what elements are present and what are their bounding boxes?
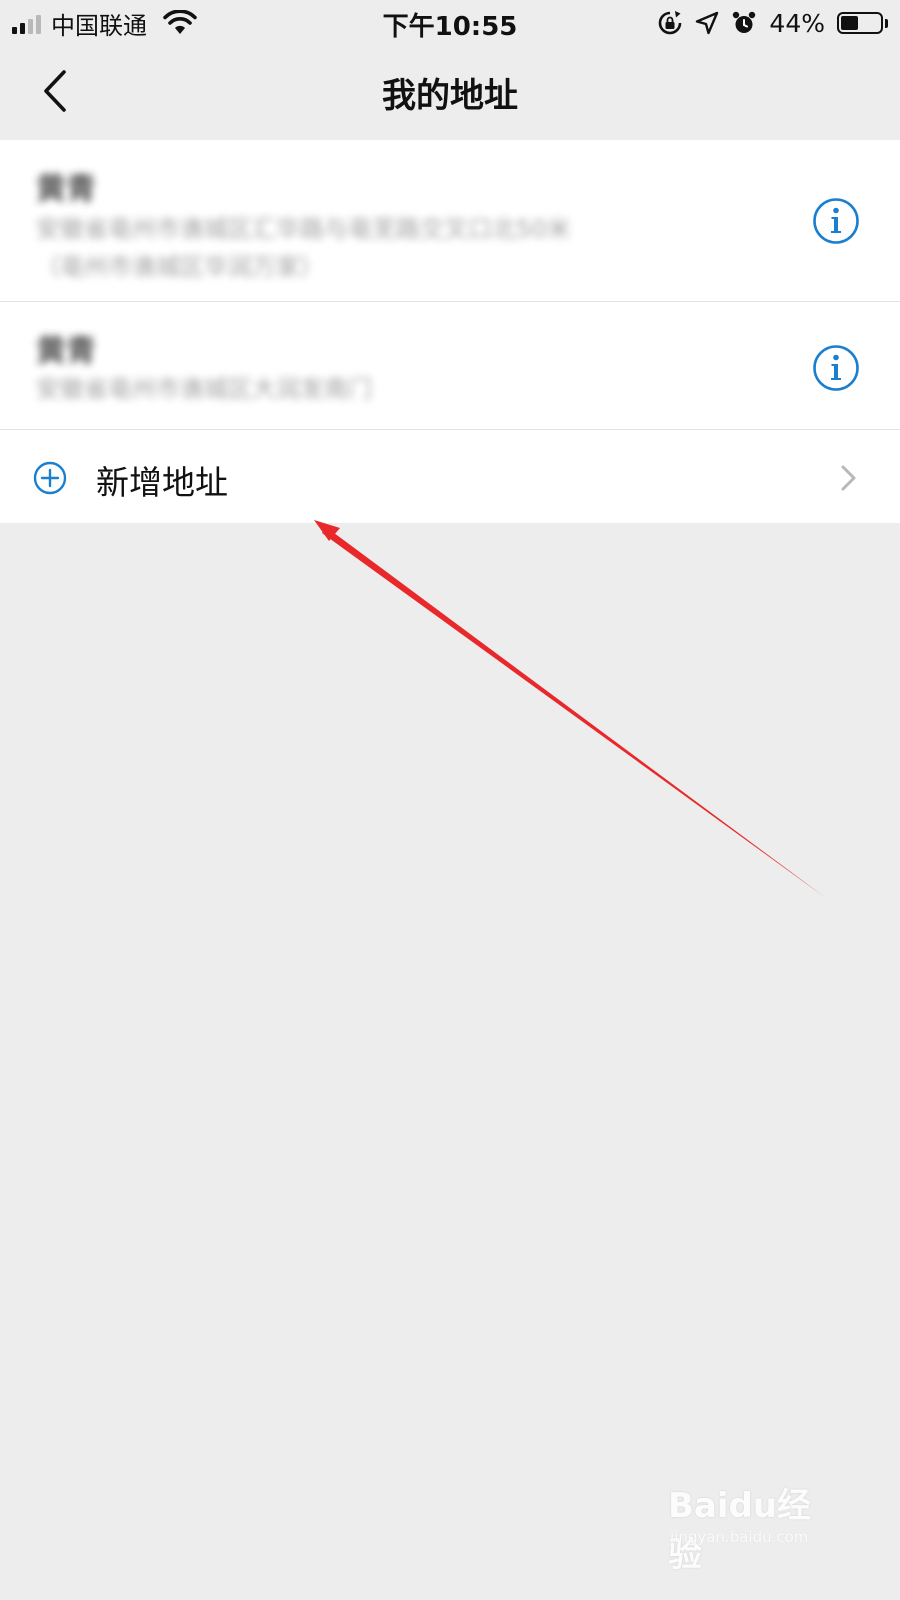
rotation-lock-icon xyxy=(659,11,682,35)
alarm-icon xyxy=(733,11,756,33)
location-icon xyxy=(696,11,719,35)
page-title: 我的地址 xyxy=(382,76,518,116)
status-bar: 中国联通 下午10:55 44% xyxy=(0,0,900,46)
battery-icon xyxy=(837,12,883,34)
watermark-logo: Baidu经验 xyxy=(668,1486,812,1575)
address-detail-line1: 安徽省亳州市谯城区汇华路与亳芜路交叉口北50米 xyxy=(36,215,571,243)
add-address-label: 新增地址 xyxy=(96,463,228,502)
watermark-url: jingyan.baidu.com xyxy=(670,1528,809,1546)
info-icon[interactable] xyxy=(812,197,860,245)
address-detail: 安徽省亳州市谯城区汇华路与亳芜路交叉口北50米 （亳州市谯城区华润万家） xyxy=(36,210,756,286)
address-name: 黄青 xyxy=(36,172,96,207)
watermark: Baidu经验 jingyan.baidu.com xyxy=(668,1478,838,1575)
chevron-right-icon xyxy=(841,465,856,491)
nav-bar: 我的地址 xyxy=(0,46,900,140)
info-icon[interactable] xyxy=(812,344,860,392)
address-detail-line2: （亳州市谯城区华润万家） xyxy=(36,253,324,281)
plus-circle-icon xyxy=(33,461,67,495)
address-detail: 安徽省亳州市谯城区大润发南门 xyxy=(36,375,372,403)
battery-percent: 44% xyxy=(769,8,825,38)
status-right: 44% xyxy=(657,6,888,40)
address-item[interactable]: 黄青 安徽省亳州市谯城区大润发南门 xyxy=(0,302,900,430)
add-address-button[interactable]: 新增地址 xyxy=(0,430,900,523)
battery-cap xyxy=(885,18,888,28)
address-list: 黄青 安徽省亳州市谯城区汇华路与亳芜路交叉口北50米 （亳州市谯城区华润万家） … xyxy=(0,140,900,523)
battery-fill xyxy=(841,16,858,30)
address-name: 黄青 xyxy=(36,334,96,369)
address-item[interactable]: 黄青 安徽省亳州市谯城区汇华路与亳芜路交叉口北50米 （亳州市谯城区华润万家） xyxy=(0,140,900,302)
